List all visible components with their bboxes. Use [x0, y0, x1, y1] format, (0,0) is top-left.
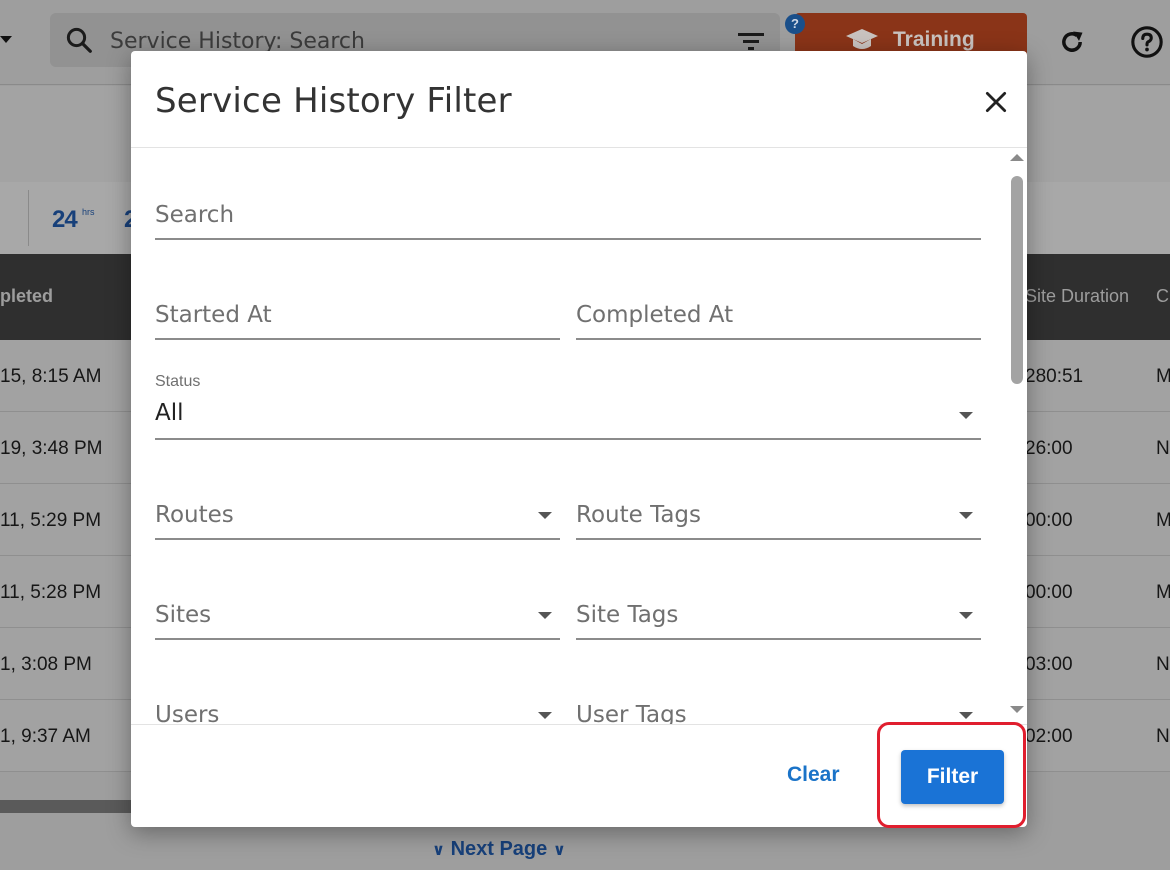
cell-next: N: [1156, 654, 1170, 675]
scroll-down-arrow-icon[interactable]: [1010, 706, 1024, 713]
dropdown-arrow-icon: [538, 612, 552, 619]
dropdown-arrow-icon: [959, 512, 973, 519]
cell-next: N: [1156, 726, 1170, 747]
next-page-label: Next Page: [450, 838, 548, 860]
cell-completed: 11, 5:29 PM: [0, 510, 102, 531]
cell-duration: 26:00: [1025, 438, 1073, 459]
cell-next: N: [1156, 438, 1170, 459]
sites-placeholder: Sites: [155, 602, 212, 628]
dialog-header: Service History Filter: [131, 51, 1027, 148]
cell-duration: 00:00: [1025, 582, 1073, 603]
toolbar-divider: [28, 190, 29, 246]
vertical-scrollbar[interactable]: [1007, 148, 1027, 724]
refresh-icon[interactable]: [1058, 28, 1086, 56]
dropdown-arrow-icon: [959, 712, 973, 719]
header-next-col[interactable]: C: [1156, 286, 1169, 307]
dialog-title: Service History Filter: [155, 81, 512, 121]
cell-completed: 1, 9:37 AM: [0, 726, 91, 747]
status-value: All: [155, 400, 184, 426]
users-select[interactable]: Users: [155, 694, 560, 724]
cell-completed: 15, 8:15 AM: [0, 366, 102, 387]
cell-completed: 11, 5:28 PM: [0, 582, 102, 603]
caret-down-icon[interactable]: [0, 36, 12, 43]
cell-completed: 19, 3:48 PM: [0, 438, 103, 459]
search-icon: [66, 27, 92, 53]
scrollbar-thumb[interactable]: [1011, 176, 1023, 384]
dropdown-arrow-icon: [959, 612, 973, 619]
header-site-duration[interactable]: Site Duration: [1025, 286, 1129, 307]
training-label: Training: [893, 28, 975, 51]
status-select[interactable]: All: [155, 394, 981, 440]
users-placeholder: Users: [155, 702, 220, 724]
routes-select[interactable]: Routes: [155, 494, 560, 540]
last-24-hours-button[interactable]: 24: [52, 206, 78, 234]
help-badge[interactable]: ?: [785, 14, 805, 34]
site-tags-placeholder: Site Tags: [576, 602, 679, 628]
user-tags-placeholder: User Tags: [576, 702, 687, 724]
route-tags-select[interactable]: Route Tags: [576, 494, 981, 540]
filter-button[interactable]: Filter: [901, 750, 1004, 804]
chevron-down-icon: ∨: [552, 842, 566, 859]
dialog-body: Search Started At Completed At Status Al…: [131, 148, 1027, 724]
cell-duration: 00:00: [1025, 510, 1073, 531]
cell-next: M: [1156, 510, 1170, 531]
completed-at-field[interactable]: Completed At: [576, 294, 981, 340]
search-field-placeholder: Search: [155, 202, 235, 228]
filter-icon[interactable]: [738, 31, 764, 51]
hours-superscript: hrs: [82, 207, 95, 217]
scroll-up-arrow-icon[interactable]: [1010, 154, 1024, 161]
status-label: Status: [155, 373, 201, 390]
cell-next: M: [1156, 582, 1170, 603]
cell-duration: 03:00: [1025, 654, 1073, 675]
cell-next: M: [1156, 366, 1170, 387]
header-completed[interactable]: pleted: [0, 286, 53, 307]
site-tags-select[interactable]: Site Tags: [576, 594, 981, 640]
routes-placeholder: Routes: [155, 502, 234, 528]
chevron-down-icon: ∨: [432, 842, 445, 859]
filter-dialog: Service History Filter Search Started At…: [131, 51, 1027, 827]
cell-duration: 02:00: [1025, 726, 1073, 747]
completed-at-placeholder: Completed At: [576, 302, 734, 328]
graduation-cap-icon: [846, 29, 878, 49]
help-icon[interactable]: [1130, 25, 1164, 59]
started-at-field[interactable]: Started At: [155, 294, 560, 340]
dropdown-arrow-icon: [538, 712, 552, 719]
route-tags-placeholder: Route Tags: [576, 502, 701, 528]
started-at-placeholder: Started At: [155, 302, 272, 328]
cell-completed: 1, 3:08 PM: [0, 654, 92, 675]
dropdown-arrow-icon: [538, 512, 552, 519]
cell-duration: 280:51: [1025, 366, 1084, 387]
sites-select[interactable]: Sites: [155, 594, 560, 640]
horizontal-scrollbar[interactable]: [0, 800, 135, 813]
close-icon[interactable]: [983, 89, 1009, 115]
user-tags-select[interactable]: User Tags: [576, 694, 981, 724]
dialog-footer: Clear Filter: [131, 724, 1027, 827]
clear-button[interactable]: Clear: [787, 763, 840, 787]
dropdown-arrow-icon: [959, 412, 973, 419]
next-page-link[interactable]: ∨ Next Page ∨: [432, 838, 566, 861]
search-field[interactable]: Search: [155, 194, 981, 240]
